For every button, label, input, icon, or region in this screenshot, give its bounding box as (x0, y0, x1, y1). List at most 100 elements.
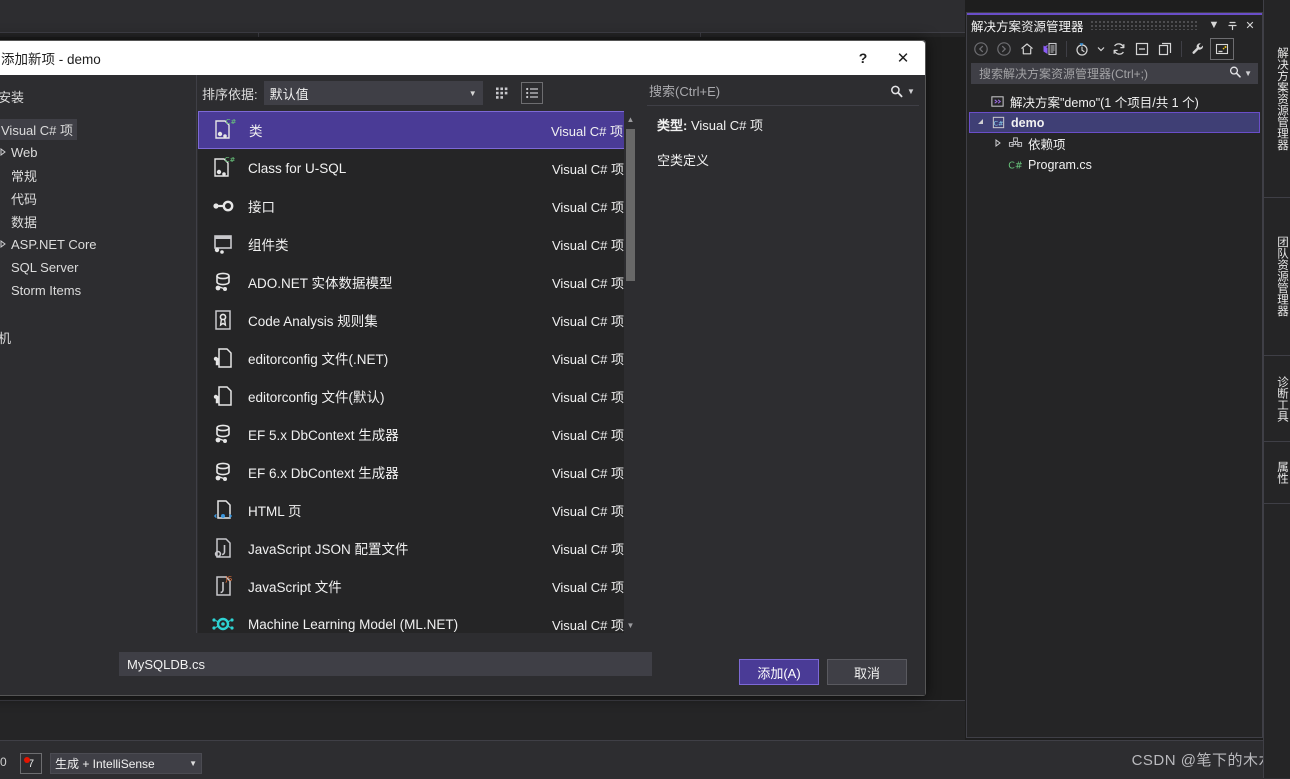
help-button[interactable]: ? (845, 41, 881, 75)
properties-wrench-icon[interactable] (1187, 39, 1209, 59)
category-sql-server[interactable]: SQL Server (0, 256, 196, 279)
cancel-button[interactable]: 取消 (827, 659, 907, 685)
list-view-icon[interactable] (520, 82, 543, 104)
refresh-icon[interactable] (1108, 39, 1130, 59)
list-item-name: 组件类 (248, 238, 289, 253)
list-item-type: Visual C# 项 (551, 427, 624, 443)
list-item-name: editorconfig 文件(.NET) (248, 352, 389, 367)
list-item-html-page[interactable]: HTML 页 Visual C# 项 (198, 491, 636, 529)
search-icon[interactable] (885, 84, 907, 99)
vtab-properties[interactable]: 属性 (1264, 442, 1290, 504)
close-icon[interactable]: ✕ (1242, 17, 1258, 33)
error-list-badge[interactable]: 7 (20, 753, 42, 774)
template-search-box[interactable]: ▼ (647, 77, 919, 106)
solution-search-input[interactable] (977, 65, 1229, 82)
category-storm-items[interactable]: Storm Items (0, 279, 196, 302)
category-web[interactable]: Web (0, 141, 196, 164)
list-item-ado-entity-data-model[interactable]: ADO.NET 实体数据模型 Visual C# 项 (198, 263, 636, 301)
dialog-titlebar[interactable]: 添加新项 - demo ? ✕ (0, 41, 925, 75)
categories-header[interactable]: 已安装 (0, 85, 196, 108)
sort-by-select[interactable]: 默认值 ▼ (263, 81, 483, 105)
add-button[interactable]: 添加(A) (739, 659, 819, 685)
solution-tree: 解决方案"demo"(1 个项目/共 1 个) C# demo 依赖项 C# P… (969, 91, 1260, 735)
scroll-up-icon[interactable]: ▲ (624, 111, 637, 127)
list-item-editorconfig-net[interactable]: editorconfig 文件(.NET) Visual C# 项 (198, 339, 636, 377)
list-item-class-for-usql[interactable]: C# Class for U-SQL Visual C# 项 (198, 149, 636, 187)
forward-icon[interactable] (993, 39, 1015, 59)
list-item-javascript-file[interactable]: JS JavaScript 文件 Visual C# 项 (198, 567, 636, 605)
list-scrollbar[interactable]: ▲ ▼ (624, 111, 637, 633)
category-visual-csharp-items[interactable]: Visual C# 项 (0, 118, 196, 141)
tree-row-dependencies[interactable]: 依赖项 (969, 133, 1260, 154)
javascript-file-icon: JS (206, 571, 240, 601)
solution-icon (987, 94, 1007, 109)
small-icons-view-icon[interactable] (491, 82, 513, 104)
list-item-type: Visual C# 项 (551, 161, 624, 177)
tree-label: 解决方案"demo"(1 个项目/共 1 个) (1010, 96, 1199, 110)
search-icon[interactable] (1228, 65, 1242, 82)
list-item-name: JavaScript 文件 (248, 580, 342, 595)
svg-text:C#: C# (993, 119, 1003, 127)
build-intellisense-filter[interactable]: 生成 + IntelliSense ▼ (50, 753, 202, 774)
item-template-list[interactable]: C# 类 Visual C# 项 C# Class for U-SQL Visu… (198, 111, 636, 633)
chevron-down-icon[interactable] (1095, 39, 1107, 59)
sort-by-value: 默认值 (269, 86, 309, 102)
list-item-name: Class for U-SQL (248, 160, 347, 176)
list-item-interface[interactable]: 接口 Visual C# 项 (198, 187, 636, 225)
category-data[interactable]: 数据 (0, 210, 196, 233)
chevron-down-icon[interactable]: ▼ (1206, 17, 1222, 33)
list-item-editorconfig-default[interactable]: editorconfig 文件(默认) Visual C# 项 (198, 377, 636, 415)
category-code[interactable]: 代码 (0, 187, 196, 210)
vtab-label: 诊断工具 (1276, 375, 1288, 422)
tree-row-program-cs[interactable]: C# Program.cs (969, 154, 1260, 175)
dialog-title: 添加新项 - demo (1, 52, 101, 67)
vtab-team-explorer[interactable]: 团队资源管理器 (1264, 198, 1290, 356)
category-aspnet-core[interactable]: ASP.NET Core (0, 233, 196, 256)
list-item-component-class[interactable]: 组件类 Visual C# 项 (198, 225, 636, 263)
category-online[interactable]: 联机 (0, 326, 196, 349)
show-all-files-icon[interactable] (1154, 39, 1176, 59)
vs-window: 0 7 生成 + IntelliSense ▼ CSDN @笔下的木水 解决方案… (0, 0, 1290, 779)
template-search-input[interactable] (647, 82, 885, 100)
close-icon[interactable]: ✕ (881, 41, 925, 75)
sync-with-active-document-icon[interactable] (1039, 39, 1061, 59)
chevron-down-icon[interactable]: ▼ (907, 87, 919, 96)
drag-dots[interactable] (1089, 20, 1198, 30)
tree-row-project[interactable]: C# demo (969, 112, 1260, 133)
chevron-down-icon[interactable]: ▼ (1244, 69, 1252, 78)
category-general[interactable]: 常规 (0, 164, 196, 187)
tree-expander[interactable] (0, 239, 11, 250)
tree-expander[interactable] (991, 138, 1005, 149)
pin-icon[interactable] (1224, 17, 1240, 33)
list-item-javascript-json-config[interactable]: JavaScript JSON 配置文件 Visual C# 项 (198, 529, 636, 567)
list-item-code-analysis-ruleset[interactable]: Code Analysis 规则集 Visual C# 项 (198, 301, 636, 339)
back-icon[interactable] (970, 39, 992, 59)
scrollbar-thumb[interactable] (626, 129, 635, 281)
list-item-ef5-dbcontext-generator[interactable]: EF 5.x DbContext 生成器 Visual C# 项 (198, 415, 636, 453)
vtab-diagnostic-tools[interactable]: 诊断工具 (1264, 356, 1290, 442)
name-input[interactable] (125, 655, 646, 673)
solution-explorer-search[interactable]: ▼ (971, 63, 1258, 84)
list-item-class[interactable]: C# 类 Visual C# 项 (198, 111, 636, 149)
list-item-type: Visual C# 项 (551, 617, 624, 633)
tree-row-solution[interactable]: 解决方案"demo"(1 个项目/共 1 个) (969, 91, 1260, 112)
vtab-label: 解决方案资源管理器 (1276, 46, 1288, 151)
list-item-ef6-dbcontext-generator[interactable]: EF 6.x DbContext 生成器 Visual C# 项 (198, 453, 636, 491)
name-field[interactable] (119, 652, 652, 676)
tree-expander[interactable] (0, 147, 11, 158)
preview-selected-items-icon[interactable] (1210, 38, 1234, 60)
pending-changes-filter-icon[interactable] (1072, 39, 1094, 59)
collapse-all-icon[interactable] (1131, 39, 1153, 59)
list-item-machine-learning-model[interactable]: Machine Learning Model (ML.NET) Visual C… (198, 605, 636, 633)
vtab-label: 属性 (1276, 461, 1288, 484)
tree-expander[interactable] (974, 118, 988, 128)
category-label: Web (11, 145, 38, 160)
vtab-solution-explorer[interactable]: 解决方案资源管理器 (1264, 0, 1290, 198)
scroll-down-icon[interactable]: ▼ (624, 617, 637, 633)
home-icon[interactable] (1016, 39, 1038, 59)
list-item-name: JavaScript JSON 配置文件 (248, 542, 409, 557)
category-label: Storm Items (11, 283, 82, 298)
editorconfig-icon (206, 381, 240, 411)
chevron-down-icon: ▼ (468, 88, 477, 98)
template-details-pane: 类型: Visual C# 项 空类定义 (657, 115, 915, 185)
